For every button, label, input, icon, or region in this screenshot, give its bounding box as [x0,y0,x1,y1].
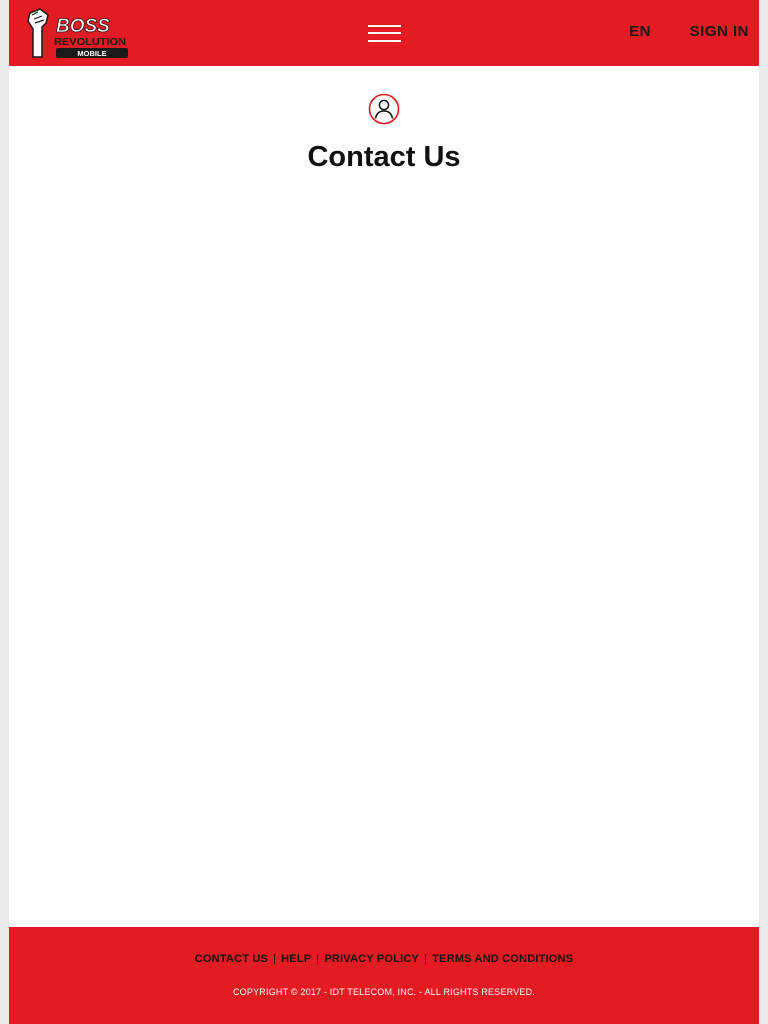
footer-link-contact-us[interactable]: CONTACT US [195,953,268,965]
logo-word-boss: BOSS [56,16,110,37]
page-title: Contact Us [307,141,461,173]
footer-link-help[interactable]: HELP [281,953,311,965]
hamburger-line [368,40,401,42]
sign-in-link[interactable]: SIGN IN [679,23,749,40]
footer-separator: | [316,953,320,965]
footer-link-privacy-policy[interactable]: PRIVACY POLICY [324,953,419,965]
copyright-text: COPYRIGHT © 2017 - IDT TELECOM, INC. - A… [232,987,535,997]
footer-separator: | [424,953,428,965]
raised-fist-icon [27,8,49,58]
hamburger-menu-icon[interactable] [368,23,401,43]
logo-word-mobile: MOBILE [77,49,106,58]
logo-graphic: BOSS REVOLUTION MOBILE [27,8,128,58]
footer-separator: | [273,953,277,965]
hamburger-line [368,25,401,27]
footer-nav: CONTACT US | HELP | PRIVACY POLICY | TERMS AND… [9,953,759,965]
boss-revolution-logo[interactable]: BOSS REVOLUTION MOBILE [24,7,130,59]
language-selector[interactable]: EN [620,23,660,40]
footer-bar: CONTACT US | HELP | PRIVACY POLICY | TERMS AND… [9,927,759,1024]
person-circle-icon [368,93,400,125]
page: BOSS REVOLUTION MOBILE EN SIGN IN Contac… [9,0,759,1024]
main-content: Contact Us [9,66,759,927]
hamburger-line [368,32,401,34]
logo-word-revolution: REVOLUTION [54,37,126,48]
header-bar: BOSS REVOLUTION MOBILE EN SIGN IN [9,0,759,66]
footer-link-terms-and-conditions[interactable]: TERMS AND CONDITIONS [432,953,573,965]
